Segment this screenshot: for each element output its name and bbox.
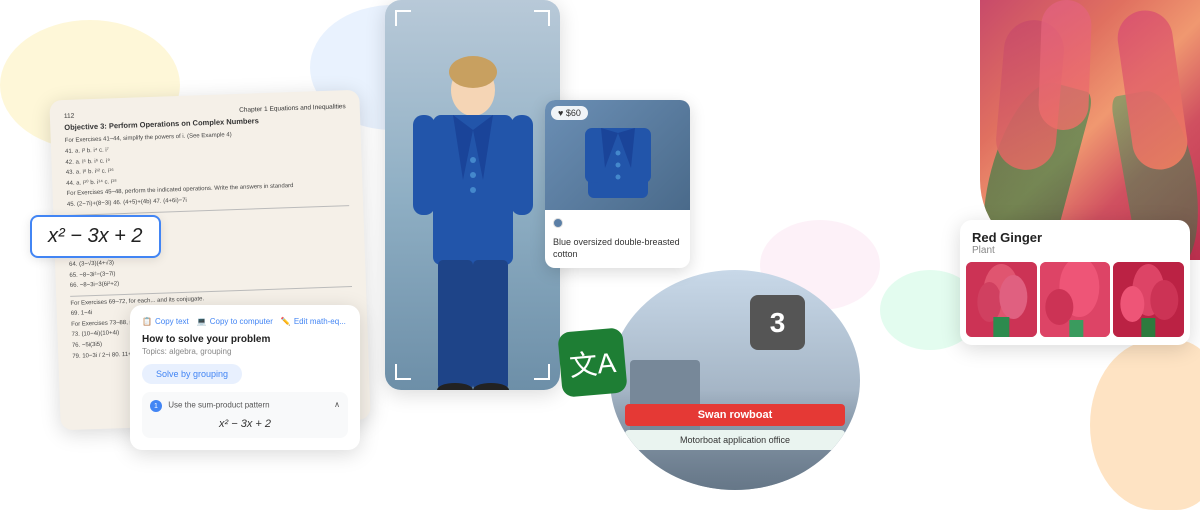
step-label: 1 Use the sum-product pattern <box>150 400 270 412</box>
bg-blob-peach <box>1090 340 1200 510</box>
street-image: 3 Swan rowboat Motorboat application off… <box>610 270 860 490</box>
translate-icon: 文A <box>568 341 618 385</box>
product-card[interactable]: ♥ $60 Blue oversized double-breasted cot… <box>545 100 690 268</box>
product-image: ♥ $60 <box>545 100 690 210</box>
copy-icon: 📋 <box>142 317 152 326</box>
computer-icon: 💻 <box>197 317 207 326</box>
number-text: 3 <box>770 307 786 339</box>
building-number: 3 <box>750 295 805 350</box>
step-number: 1 <box>150 400 162 412</box>
fashion-image <box>385 0 560 390</box>
scan-corner-bl <box>395 364 411 380</box>
product-name: Blue oversized double-breasted cotton <box>553 237 682 260</box>
copy-computer-btn[interactable]: 💻 Copy to computer <box>197 317 273 326</box>
plant-info-card[interactable]: Red Ginger Plant <box>960 220 1190 345</box>
math-panel-toolbar: 📋 Copy text 💻 Copy to computer ✏️ Edit m… <box>142 317 348 326</box>
plant-name: Red Ginger <box>972 230 1178 245</box>
equation-display-box: x² − 3x + 2 <box>30 215 161 258</box>
math-step-header: 1 Use the sum-product pattern ∧ <box>150 400 340 412</box>
panel-heading: How to solve your problem <box>142 334 348 345</box>
product-info: Blue oversized double-breasted cotton <box>545 210 690 268</box>
edit-math-btn[interactable]: ✏️ Edit math-eq... <box>281 317 346 326</box>
plant-image-1 <box>966 262 1037 337</box>
price-badge: ♥ $60 <box>551 106 588 120</box>
solve-button[interactable]: Solve by grouping <box>142 364 242 384</box>
motorboat-sign: Motorboat application office <box>625 430 845 450</box>
page-number: 112 <box>64 112 75 123</box>
step-equation: x² − 3x + 2 <box>150 418 340 430</box>
step-description: Use the sum-product pattern <box>168 401 269 410</box>
math-solve-panel[interactable]: 📋 Copy text 💻 Copy to computer ✏️ Edit m… <box>130 305 360 450</box>
fashion-card <box>385 0 560 390</box>
jacket-illustration <box>583 113 653 198</box>
chevron-icon: ∧ <box>334 400 340 412</box>
street-sign-card: 3 Swan rowboat Motorboat application off… <box>610 270 860 490</box>
edit-icon: ✏️ <box>281 317 291 326</box>
plant-images-row <box>960 262 1190 345</box>
scan-corner-tl <box>395 10 411 26</box>
equation-text: x² − 3x + 2 <box>48 225 143 247</box>
sign-container: Swan rowboat Motorboat application offic… <box>625 404 845 450</box>
translate-badge: 文A <box>557 327 627 397</box>
plant-image-2 <box>1040 262 1111 337</box>
scan-corner-tr <box>534 10 550 26</box>
translate-card: 文A <box>560 330 625 395</box>
person-silhouette <box>408 50 538 390</box>
panel-subheading: Topics: algebra, grouping <box>142 347 348 356</box>
plant-card-header: Red Ginger Plant <box>960 220 1190 262</box>
plant-type: Plant <box>972 245 1178 256</box>
swan-rowboat-sign: Swan rowboat <box>625 404 845 426</box>
color-swatch <box>553 218 563 228</box>
plant-image-3 <box>1113 262 1184 337</box>
math-step-container: 1 Use the sum-product pattern ∧ x² − 3x … <box>142 392 348 438</box>
copy-text-btn[interactable]: 📋 Copy text <box>142 317 189 326</box>
scan-corner-br <box>534 364 550 380</box>
